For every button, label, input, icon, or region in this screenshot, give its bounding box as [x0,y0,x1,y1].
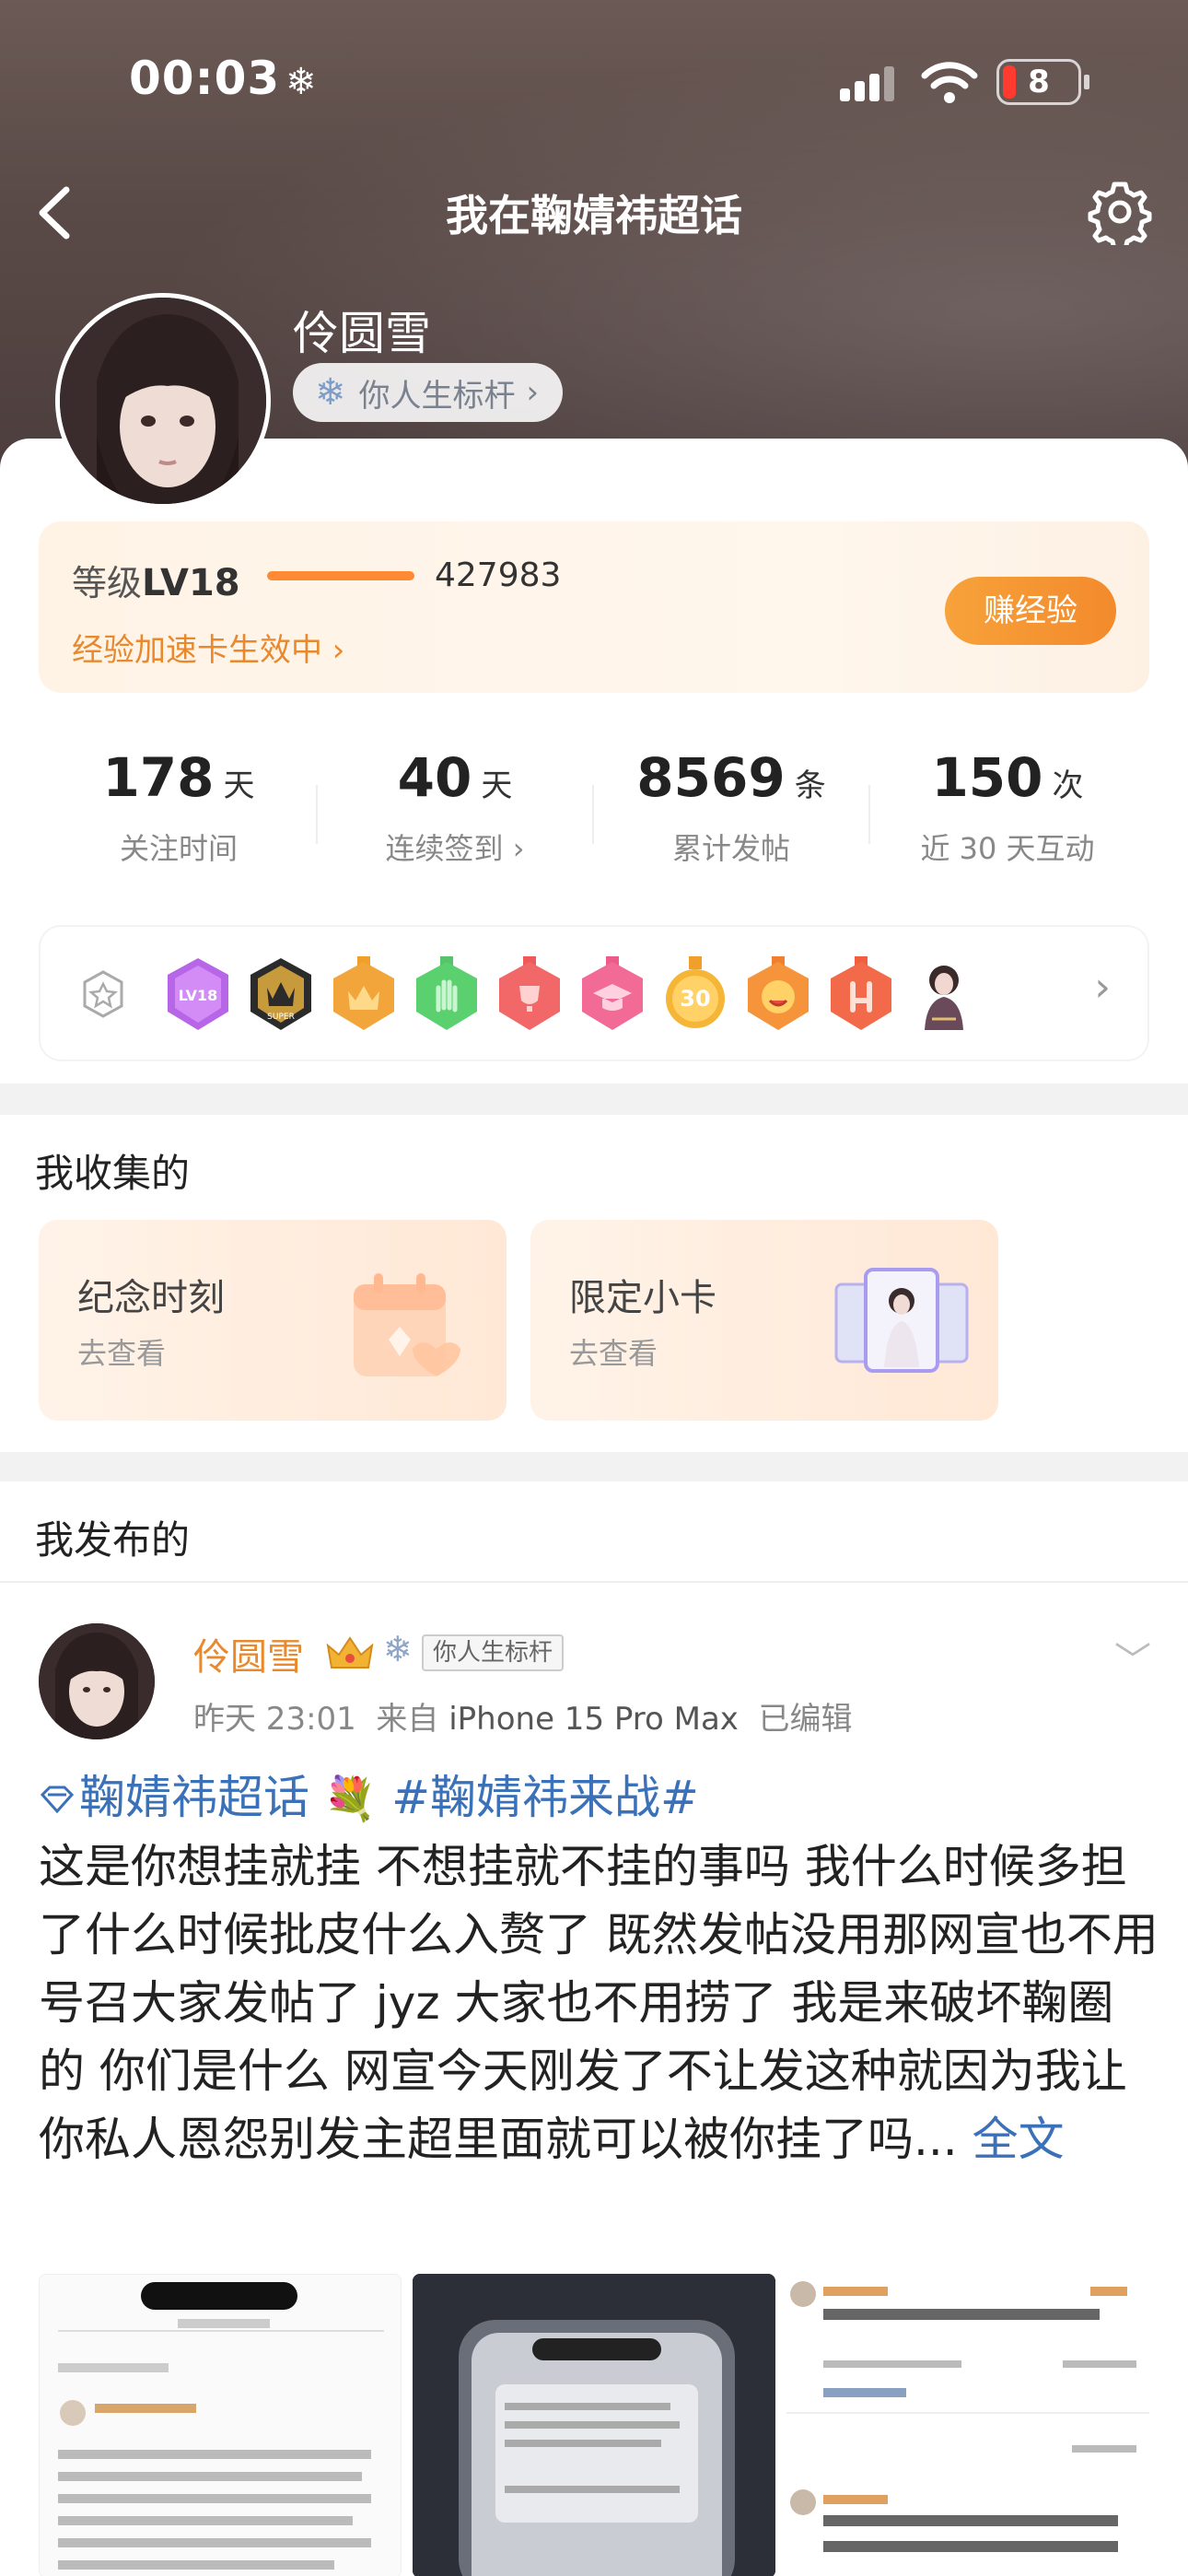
avatar[interactable] [55,293,271,509]
boost-card-link[interactable]: 经验加速卡生效中 › [72,625,344,670]
rock-hand-badge-icon [831,956,891,1030]
wifi-icon [921,62,978,103]
post-author-avatar[interactable] [39,1623,155,1739]
stat-posts: 8569 条 累计发帖 [636,746,826,866]
hashtag-link[interactable]: #鞠婧祎来战# [391,1771,699,1824]
chevron-right-icon: › [526,374,540,411]
lv18-badge-icon: LV18 [168,958,228,1030]
level-card: 等级LV18 427983 经验加速卡生效中 › 赚经验 [39,521,1149,693]
figure-badge-icon [925,966,963,1030]
svg-text:LV18: LV18 [179,987,218,1004]
battery-level: 8 [1028,64,1050,100]
post-image-3[interactable] [786,2274,1149,2576]
post-image-grid [39,2274,1149,2576]
post-image-1[interactable] [39,2274,402,2576]
chevron-right-icon[interactable]: › [1094,964,1111,1011]
post-author-title-chip: 你人生标杆 [422,1634,565,1671]
crown-badge-icon [333,956,394,1030]
status-time: 00:03 ❄ [129,52,318,105]
snowflake-icon: ❄ [315,371,346,414]
earn-exp-button[interactable]: 赚经验 [945,577,1116,645]
hand-badge-icon [416,956,477,1030]
page-title: 我在鞠婧祎超话 [446,191,742,240]
post-body: 鞠婧祎超话 💐 #鞠婧祎来战# 这是你想挂就挂 不想挂就不挂的事吗 我什么时候多… [39,1763,1159,2173]
crown-icon [326,1636,374,1669]
super-badge-icon: SUPER [250,958,311,1030]
level-value: LV18 [142,562,240,604]
chevron-down-icon[interactable]: ﹀ [1114,1631,1151,1684]
gear-icon[interactable] [1087,179,1153,245]
battery-icon: 8 [996,59,1089,105]
snowflake-icon: ❄ [285,61,318,103]
emoji-badge-icon [748,956,809,1030]
diamond-icon [40,1786,75,1814]
level-label: 等级LV18 [72,562,240,604]
title-chip-label: 你人生标杆 [358,377,516,415]
level-progress-bar [267,571,414,580]
svg-text:30: 30 [680,986,710,1012]
section-divider [0,1581,1188,1583]
graduate-badge-icon [582,956,643,1030]
level-exp-value: 427983 [435,556,562,594]
badge-row[interactable]: LV18 SUPER 30 › [39,925,1149,1061]
status-bar: 00:03 ❄ 8 [0,37,1188,129]
photo-cards-illustration-icon [834,1268,969,1373]
calendar-illustration-icon [354,1273,460,1376]
memorial-moments-card[interactable]: 纪念时刻 去查看 [39,1220,507,1421]
stat-follow-time: 178 天 关注时间 [102,746,255,866]
flower-icon: 💐 [323,1774,378,1823]
svg-text:SUPER: SUPER [267,1013,295,1022]
full-text-link[interactable]: 全文 [973,2113,1065,2166]
posts-title: 我发布的 [35,1517,191,1563]
stat-checkin[interactable]: 40 天 连续签到 › [317,746,593,868]
title-chip[interactable]: ❄ 你人生标杆 › [293,363,564,422]
post-meta: 昨天 23:01 来自 iPhone 15 Pro Max 已编辑 [193,1701,853,1738]
post-image-2[interactable] [413,2274,775,2576]
collections-title: 我收集的 [35,1151,191,1196]
limited-cards-card[interactable]: 限定小卡 去查看 [530,1220,998,1421]
supertopic-link[interactable]: 鞠婧祎超话 [39,1771,309,1824]
post-author-name[interactable]: 伶圆雪 [193,1627,304,1680]
trophy-badge-icon [499,956,560,1030]
medal-outline-icon [83,970,123,1018]
profile-username: 伶圆雪 [293,307,431,360]
cellular-signal-icon [840,64,895,101]
stat-interactions: 150 次 近 30 天互动 [920,746,1095,866]
30-days-badge-icon: 30 [666,956,725,1028]
post-device: iPhone 15 Pro Max [448,1701,739,1738]
snowflake-icon: ❄ [383,1629,413,1669]
nav-bar: 我在鞠婧祎超话 [0,166,1188,258]
